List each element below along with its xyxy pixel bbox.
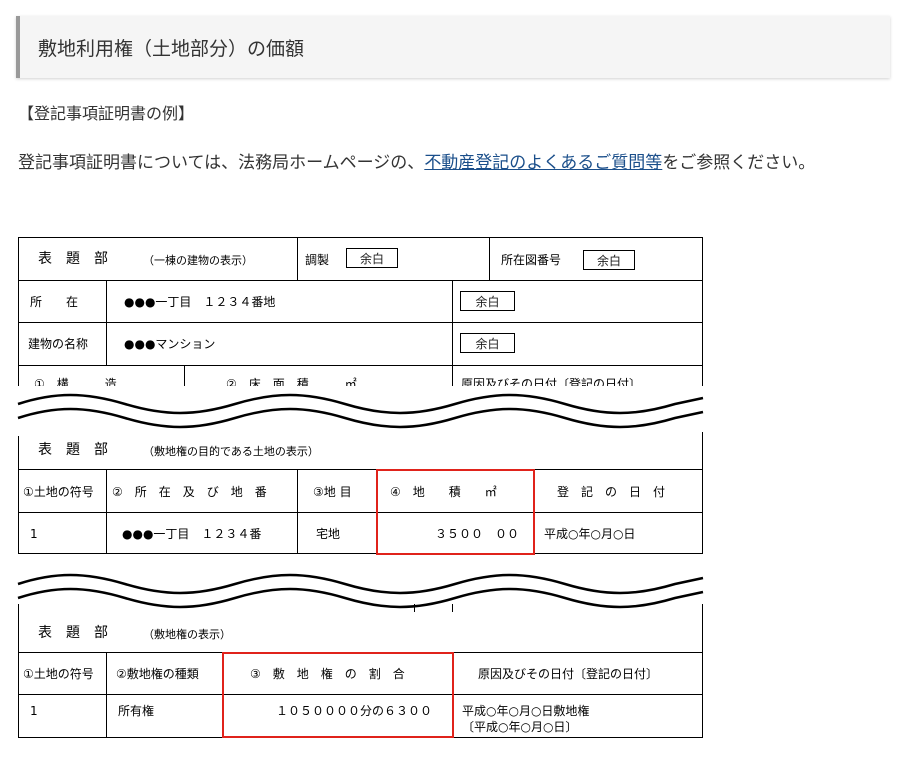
- faq-link[interactable]: 不動産登記のよくあるご質問等: [424, 153, 662, 173]
- s3-v-ratio: １０５００００分の６３００: [276, 704, 433, 718]
- subheading: 【登記事項証明書の例】: [18, 104, 195, 123]
- s3-v-cause-1: 平成○年○月○日敷地権: [462, 704, 590, 718]
- s3-h-land-code: ①土地の符号: [23, 667, 94, 681]
- s2-v-land-category: 宅地: [316, 527, 341, 541]
- wave-break-1: [0, 386, 711, 429]
- s2-v-location: ●●●一丁目 １２３４番: [122, 527, 262, 541]
- s2-h-location: ② 所 在 及 び 地 番: [112, 485, 267, 499]
- s1-yohaku-box-1: 余白: [346, 248, 398, 268]
- s3-title: 表 題 部: [38, 625, 108, 641]
- intro-paragraph: 登記事項証明書については、法務局ホームページの、不動産登記のよくあるご質問等をご…: [18, 148, 890, 179]
- s2-h-date: 登 記 の 日 付: [557, 485, 666, 499]
- s3-v-right-type: 所有権: [118, 704, 155, 718]
- s1-yohaku-text-4: 余白: [475, 336, 500, 351]
- s1-yohaku-text-1: 余白: [359, 251, 384, 266]
- s2-h-land-category: ③地 目: [313, 485, 352, 499]
- s2-subtitle: （敷地権の目的である土地の表示）: [143, 445, 319, 458]
- s1-subtitle: （一棟の建物の表示）: [143, 254, 253, 267]
- s3-v-cause-2: 〔平成○年○月○日〕: [462, 720, 578, 734]
- s2-h-area: ④ 地 積 ㎡: [390, 485, 497, 499]
- s2-h-land-code: ①土地の符号: [23, 485, 94, 499]
- s1-col-structure: ① 構 造: [34, 377, 117, 391]
- s2-v-area: ３５００ ００: [435, 527, 520, 541]
- s1-shozai-label: 所 在: [30, 295, 79, 309]
- s3-subtitle: （敷地権の表示）: [143, 628, 231, 641]
- s1-title: 表 題 部: [38, 251, 108, 267]
- s1-name-label: 建物の名称: [28, 337, 89, 351]
- s1-yohaku-text-3: 余白: [475, 294, 500, 309]
- s2-v-date: 平成○年○月○日: [544, 527, 636, 541]
- section-heading-text: 敷地利用権（土地部分）の価額: [38, 37, 305, 60]
- s3-h-cause: 原因及びその日付〔登記の日付〕: [478, 667, 659, 681]
- s1-col-floor-area: ② 床 面 積 ㎡: [226, 377, 357, 391]
- section-heading: 敷地利用権（土地部分）の価額: [16, 16, 890, 78]
- s2-title: 表 題 部: [38, 442, 108, 458]
- s1-zumen-label: 所在図番号: [501, 253, 562, 267]
- intro-text-before: 登記事項証明書については、法務局ホームページの、: [18, 153, 425, 173]
- s1-yohaku-text-2: 余白: [596, 253, 621, 268]
- ratio-highlight-box: [222, 652, 454, 738]
- s1-yohaku-box-4: 余白: [460, 333, 515, 353]
- s2-v-land-code: 1: [30, 527, 38, 541]
- s1-yohaku-box-3: 余白: [460, 291, 515, 311]
- wave-break-2: [17, 573, 704, 609]
- s1-chosei-label: 調製: [305, 253, 330, 267]
- s1-col-cause: 原因及びその日付〔登記の日付〕: [461, 377, 642, 391]
- s1-name-value: ●●●マンション: [124, 337, 216, 351]
- s3-v-land-code: 1: [30, 704, 38, 718]
- s1-shozai-value: ●●●一丁目 １２３４番地: [124, 295, 276, 309]
- area-highlight-box: [376, 469, 535, 555]
- s3-h-ratio: ③ 敷 地 権 の 割 合: [250, 667, 405, 681]
- s1-yohaku-box-2: 余白: [583, 250, 635, 270]
- s3-h-right-type: ②敷地権の種類: [116, 667, 199, 681]
- intro-text-after: をご参照ください。: [662, 153, 816, 173]
